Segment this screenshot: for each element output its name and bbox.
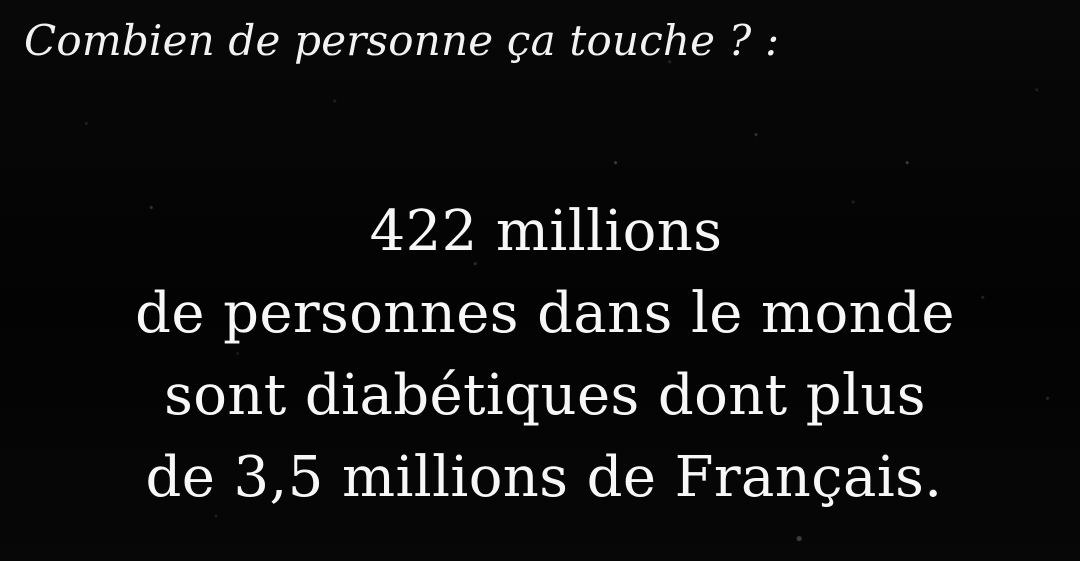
statistic-line-2: de personnes dans le monde xyxy=(135,281,955,346)
statistic-line-3: sont diabétiques dont plus xyxy=(164,363,926,428)
diabetes-statistic-text: 422 millions de personnes dans le monde … xyxy=(0,191,1080,519)
starry-background-card: Combien de personne ça touche ? : 422 mi… xyxy=(0,0,1080,561)
statistic-line-4: de 3,5 millions de Français. xyxy=(145,445,943,510)
statistic-line-1: 422 millions xyxy=(369,199,723,264)
question-heading: Combien de personne ça touche ? : xyxy=(24,16,780,65)
